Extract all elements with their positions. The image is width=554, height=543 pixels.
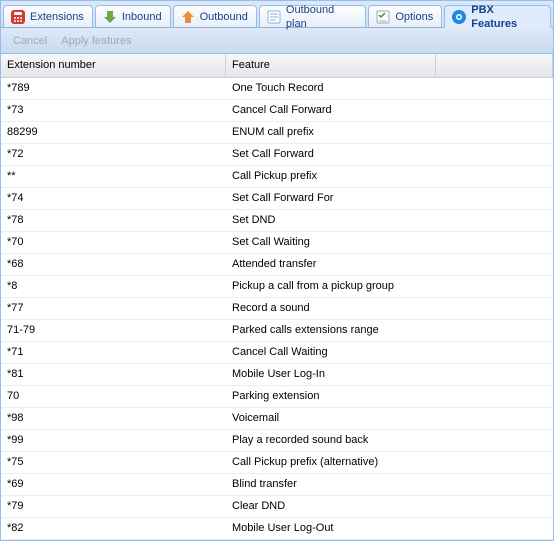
cell-extension: *72 [1, 144, 226, 165]
tab-label: Inbound [122, 10, 162, 24]
grid-header: Extension number Feature [1, 54, 553, 78]
cell-extension: *74 [1, 188, 226, 209]
outbound-plan-icon [266, 9, 282, 25]
table-row[interactable]: *79Clear DND [1, 496, 553, 518]
cell-extension: *73 [1, 100, 226, 121]
table-row[interactable]: *70Set Call Waiting [1, 232, 553, 254]
tab-options[interactable]: Options [368, 5, 442, 27]
table-row[interactable]: *73Cancel Call Forward [1, 100, 553, 122]
table-row[interactable]: *78Set DND [1, 210, 553, 232]
cell-feature: Voicemail [226, 408, 436, 429]
table-row[interactable]: *72Set Call Forward [1, 144, 553, 166]
table-row[interactable]: *99Play a recorded sound back [1, 430, 553, 452]
cancel-button[interactable]: Cancel [7, 33, 53, 49]
cell-feature: Cancel Call Forward [226, 100, 436, 121]
cell-extension: ** [1, 166, 226, 187]
outbound-icon [180, 9, 196, 25]
tab-outbound-plan[interactable]: Outbound plan [259, 5, 366, 27]
cell-feature: Mobile User Log-Out [226, 518, 436, 539]
table-row[interactable]: *81Mobile User Log-In [1, 364, 553, 386]
cell-feature: One Touch Record [226, 78, 436, 99]
table-row[interactable]: *98Voicemail [1, 408, 553, 430]
cell-feature: Set Call Forward [226, 144, 436, 165]
apply-features-button[interactable]: Apply features [55, 33, 137, 49]
pbx-features-icon [451, 9, 467, 25]
cell-extension: *79 [1, 496, 226, 517]
toolbar: Cancel Apply features [1, 28, 553, 54]
table-row[interactable]: *68Attended transfer [1, 254, 553, 276]
cell-feature: Set Call Waiting [226, 232, 436, 253]
table-row[interactable]: *74Set Call Forward For [1, 188, 553, 210]
table-row[interactable]: *71Cancel Call Waiting [1, 342, 553, 364]
column-header-extension[interactable]: Extension number [1, 54, 226, 77]
table-row[interactable]: 70Parking extension [1, 386, 553, 408]
cell-feature: Record a sound [226, 298, 436, 319]
cell-extension: *789 [1, 78, 226, 99]
table-row[interactable]: *789One Touch Record [1, 78, 553, 100]
table-row[interactable]: *8Pickup a call from a pickup group [1, 276, 553, 298]
cell-extension: *77 [1, 298, 226, 319]
cell-feature: Call Pickup prefix [226, 166, 436, 187]
table-row[interactable]: *69Blind transfer [1, 474, 553, 496]
tab-label: Options [395, 10, 433, 24]
cell-extension: 70 [1, 386, 226, 407]
cell-extension: *70 [1, 232, 226, 253]
cell-extension: *82 [1, 518, 226, 539]
cell-feature: Pickup a call from a pickup group [226, 276, 436, 297]
cell-extension: 88299 [1, 122, 226, 143]
tab-label: Outbound [200, 10, 248, 24]
cell-feature: Set DND [226, 210, 436, 231]
cell-extension: *81 [1, 364, 226, 385]
cell-extension: *69 [1, 474, 226, 495]
options-icon [375, 9, 391, 25]
table-row[interactable]: *75Call Pickup prefix (alternative) [1, 452, 553, 474]
tab-inbound[interactable]: Inbound [95, 5, 171, 27]
cell-feature: ENUM call prefix [226, 122, 436, 143]
column-header-feature[interactable]: Feature [226, 54, 436, 77]
cell-feature: Parked calls extensions range [226, 320, 436, 341]
tab-bar: Extensions Inbound Outbound Outbound pla… [1, 1, 553, 28]
tab-label: Extensions [30, 10, 84, 24]
features-grid: Extension number Feature *789One Touch R… [1, 54, 553, 540]
cell-extension: *75 [1, 452, 226, 473]
tab-pbx-features[interactable]: PBX Features [444, 5, 551, 28]
column-header-spacer [436, 54, 553, 77]
cell-feature: Set Call Forward For [226, 188, 436, 209]
cell-feature: Play a recorded sound back [226, 430, 436, 451]
table-row[interactable]: **Call Pickup prefix [1, 166, 553, 188]
cell-extension: *71 [1, 342, 226, 363]
grid-body: *789One Touch Record*73Cancel Call Forwa… [1, 78, 553, 540]
table-row[interactable]: 88299ENUM call prefix [1, 122, 553, 144]
cell-extension: 71-79 [1, 320, 226, 341]
cell-extension: *78 [1, 210, 226, 231]
cell-extension: *98 [1, 408, 226, 429]
cell-feature: Cancel Call Waiting [226, 342, 436, 363]
cell-feature: Blind transfer [226, 474, 436, 495]
cell-extension: *68 [1, 254, 226, 275]
cell-feature: Parking extension [226, 386, 436, 407]
cell-extension: *99 [1, 430, 226, 451]
cell-feature: Clear DND [226, 496, 436, 517]
cell-feature: Mobile User Log-In [226, 364, 436, 385]
tab-outbound[interactable]: Outbound [173, 5, 257, 27]
table-row[interactable]: *82Mobile User Log-Out [1, 518, 553, 540]
tab-extensions[interactable]: Extensions [3, 5, 93, 27]
cell-feature: Call Pickup prefix (alternative) [226, 452, 436, 473]
table-row[interactable]: 71-79Parked calls extensions range [1, 320, 553, 342]
tab-label: Outbound plan [286, 3, 357, 31]
table-row[interactable]: *77Record a sound [1, 298, 553, 320]
cell-feature: Attended transfer [226, 254, 436, 275]
extensions-icon [10, 9, 26, 25]
cell-extension: *8 [1, 276, 226, 297]
tab-label: PBX Features [471, 3, 542, 31]
inbound-icon [102, 9, 118, 25]
